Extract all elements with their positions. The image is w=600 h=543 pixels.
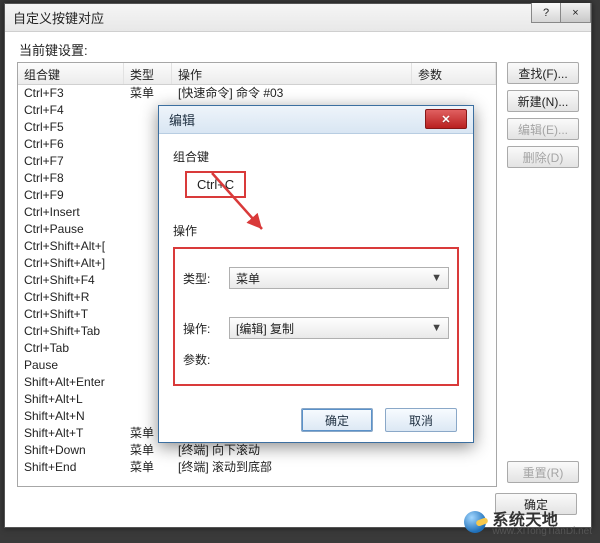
table-cell: [终端] 向下滚动 (172, 442, 412, 459)
table-cell: 菜单 (124, 85, 172, 102)
param-label: 参数: (183, 351, 229, 368)
help-button[interactable]: ? (531, 3, 561, 23)
outer-close-button[interactable]: × (561, 3, 591, 23)
edit-dialog: 编辑 ✕ 组合键 Ctrl+C 操作 类型: 菜单 ▼ 操作: [编辑] 复制 … (158, 105, 474, 443)
table-cell: Shift+Alt+T (18, 425, 124, 442)
edit-dialog-close-button[interactable]: ✕ (425, 109, 467, 129)
table-cell: Ctrl+Shift+Alt+[ (18, 238, 124, 255)
edit-dialog-title: 编辑 (169, 110, 195, 129)
operation-section-label: 操作 (173, 222, 459, 239)
table-cell: Ctrl+Shift+R (18, 289, 124, 306)
table-cell: Shift+End (18, 459, 124, 476)
table-cell: [终端] 滚动到底部 (172, 459, 412, 476)
operation-label: 操作: (183, 320, 229, 337)
type-label: 类型: (183, 270, 229, 287)
col-param[interactable]: 参数 (412, 63, 496, 84)
type-dropdown-value: 菜单 (236, 270, 260, 287)
find-button[interactable]: 查找(F)... (507, 62, 579, 84)
combo-key-display[interactable]: Ctrl+C (185, 171, 246, 198)
table-cell: 菜单 (124, 442, 172, 459)
type-dropdown[interactable]: 菜单 ▼ (229, 267, 449, 289)
table-header: 组合键 类型 操作 参数 (18, 63, 496, 85)
table-cell (412, 459, 496, 476)
current-key-settings-label: 当前键设置: (5, 32, 591, 65)
table-cell: Ctrl+F5 (18, 119, 124, 136)
table-cell: Ctrl+F8 (18, 170, 124, 187)
outer-window-title: 自定义按键对应 (13, 8, 104, 27)
chevron-down-icon: ▼ (431, 322, 442, 334)
table-cell: Ctrl+Shift+T (18, 306, 124, 323)
table-cell: Ctrl+F4 (18, 102, 124, 119)
chevron-down-icon: ▼ (431, 272, 442, 284)
table-cell: Ctrl+F9 (18, 187, 124, 204)
table-row[interactable]: Ctrl+F3菜单[快速命令] 命令 #03 (18, 85, 496, 102)
table-cell: Ctrl+F6 (18, 136, 124, 153)
table-cell: Ctrl+F7 (18, 153, 124, 170)
table-cell: 菜单 (124, 459, 172, 476)
operation-dropdown[interactable]: [编辑] 复制 ▼ (229, 317, 449, 339)
col-type[interactable]: 类型 (124, 63, 172, 84)
watermark-url: www.XiTongTianDi.net (492, 526, 592, 537)
table-cell: Shift+Alt+Enter (18, 374, 124, 391)
table-cell: Ctrl+Tab (18, 340, 124, 357)
edit-button[interactable]: 编辑(E)... (507, 118, 579, 140)
table-row[interactable]: Shift+End菜单[终端] 滚动到底部 (18, 459, 496, 476)
table-cell (412, 85, 496, 102)
table-cell: Pause (18, 357, 124, 374)
table-cell (412, 442, 496, 459)
col-operation[interactable]: 操作 (172, 63, 412, 84)
edit-dialog-cancel-button[interactable]: 取消 (385, 408, 457, 432)
new-button[interactable]: 新建(N)... (507, 90, 579, 112)
combo-section-label: 组合键 (173, 148, 459, 165)
delete-button[interactable]: 删除(D) (507, 146, 579, 168)
table-cell: Shift+Alt+L (18, 391, 124, 408)
table-cell: Ctrl+Shift+Alt+] (18, 255, 124, 272)
outer-titlebar[interactable]: 自定义按键对应 ? × (5, 4, 591, 32)
table-cell: Shift+Down (18, 442, 124, 459)
table-row[interactable]: Shift+Down菜单[终端] 向下滚动 (18, 442, 496, 459)
table-cell: Ctrl+F3 (18, 85, 124, 102)
table-cell: Ctrl+Pause (18, 221, 124, 238)
reset-button[interactable]: 重置(R) (507, 461, 579, 483)
edit-dialog-ok-button[interactable]: 确定 (301, 408, 373, 432)
watermark: 系统天地 www.XiTongTianDi.net (464, 506, 592, 537)
edit-dialog-titlebar[interactable]: 编辑 ✕ (159, 106, 473, 134)
col-combo[interactable]: 组合键 (18, 63, 124, 84)
table-cell: Ctrl+Shift+Tab (18, 323, 124, 340)
side-button-column: 查找(F)... 新建(N)... 编辑(E)... 删除(D) (507, 62, 579, 168)
highlight-frame: 类型: 菜单 ▼ 操作: [编辑] 复制 ▼ 参数: (173, 247, 459, 386)
operation-dropdown-value: [编辑] 复制 (236, 320, 294, 337)
table-cell: Ctrl+Insert (18, 204, 124, 221)
globe-icon (464, 511, 486, 533)
table-cell: [快速命令] 命令 #03 (172, 85, 412, 102)
table-cell: Shift+Alt+N (18, 408, 124, 425)
table-cell: Ctrl+Shift+F4 (18, 272, 124, 289)
